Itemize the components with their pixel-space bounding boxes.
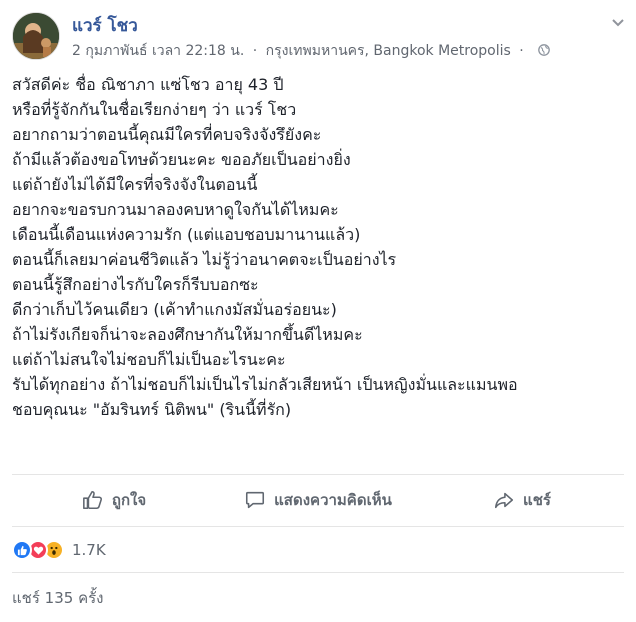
post-line: ตอนนี้ก็เลยมาค่อนชีวิตแล้ว ไม่รู้ว่าอนาค… xyxy=(12,250,397,269)
post-line: สวัสดีค่ะ ชื่อ ณิชาภา แซ่โชว อายุ 43 ปี xyxy=(12,75,284,94)
post-meta: 2 กุมภาพันธ์ เวลา 22:18 น. · กรุงเทพมหาน… xyxy=(72,40,551,62)
post-line: รับได้ทุกอย่าง ถ้าไม่ชอบก็ไม่เป็นไรไม่กล… xyxy=(12,375,518,394)
comment-label: แสดงความคิดเห็น xyxy=(274,491,392,509)
post-line: แต่ถ้าไม่สนใจไม่ชอบก็ไม่เป็นอะไรนะคะ xyxy=(12,350,286,369)
post-line: แต่ถ้ายังไม่ได้มีใครที่จริงจังในตอนนี้ xyxy=(12,175,258,194)
thumbs-up-icon xyxy=(82,490,102,510)
post-line: ตอนนี้รู้สึกอย่างไรกับใครก็รีบบอกซะ xyxy=(12,275,259,294)
divider xyxy=(12,526,624,527)
action-bar: ถูกใจ แสดงความคิดเห็น แชร์ xyxy=(12,478,624,522)
post-line: หรือที่รู้จักกันในชื่อเรียกง่ายๆ ว่า แวร… xyxy=(12,100,297,119)
like-label: ถูกใจ xyxy=(111,491,147,509)
post-timestamp[interactable]: 2 กุมภาพันธ์ เวลา 22:18 น. xyxy=(72,43,244,59)
comment-icon xyxy=(246,491,265,509)
post-line: ชอบคุณนะ "อัมรินทร์ นิติพน" (รินนี้ที่รั… xyxy=(12,400,292,419)
post-card: แวร์ โชว 2 กุมภาพันธ์ เวลา 22:18 น. · กร… xyxy=(0,0,636,622)
share-label: แชร์ xyxy=(523,491,551,509)
share-arrow-icon xyxy=(495,492,514,509)
post-body: สวัสดีค่ะ ชื่อ ณิชาภา แซ่โชว อายุ 43 ปี … xyxy=(12,72,624,422)
post-line: ดีกว่าเก็บไว้คนเดียว (เค้าทำแกงมัสมั่นอร… xyxy=(12,300,337,319)
post-line: เดือนนี้เดือนแห่งความรัก (แต่แอบชอบมานาน… xyxy=(12,225,361,244)
author-name[interactable]: แวร์ โชว xyxy=(72,12,138,39)
post-line: ถ้าไม่รังเกียจก็น่าจะลองศึกษากันให้มากขึ… xyxy=(12,325,363,344)
globe-icon xyxy=(532,43,551,59)
post-location[interactable]: กรุงเทพมหานคร, Bangkok Metropolis xyxy=(266,43,511,59)
post-line: อยากถามว่าตอนนี้คุณมีใครที่คบจริงจังรึยั… xyxy=(12,125,322,144)
meta-separator: · xyxy=(252,43,258,59)
reactions-summary[interactable]: 1.7K xyxy=(12,538,106,562)
share-button[interactable]: แชร์ xyxy=(420,478,624,522)
like-button[interactable]: ถูกใจ xyxy=(12,478,216,522)
divider xyxy=(12,474,624,475)
reaction-count[interactable]: 1.7K xyxy=(72,541,106,559)
post-options-chevron-icon[interactable] xyxy=(610,14,626,30)
divider xyxy=(12,572,624,573)
share-count[interactable]: แชร์ 135 ครั้ง xyxy=(12,586,104,610)
post-line: อยากจะขอรบกวนมาลองคบหาดูใจกันได้ไหมคะ xyxy=(12,200,339,219)
like-reaction-icon xyxy=(12,540,32,560)
comment-button[interactable]: แสดงความคิดเห็น xyxy=(216,478,420,522)
post-line: ถ้ามีแล้วต้องขอโทษด้วยนะคะ ขออภัยเป็นอย่… xyxy=(12,150,351,169)
meta-separator-2: · xyxy=(519,43,524,59)
author-avatar[interactable] xyxy=(12,12,60,60)
